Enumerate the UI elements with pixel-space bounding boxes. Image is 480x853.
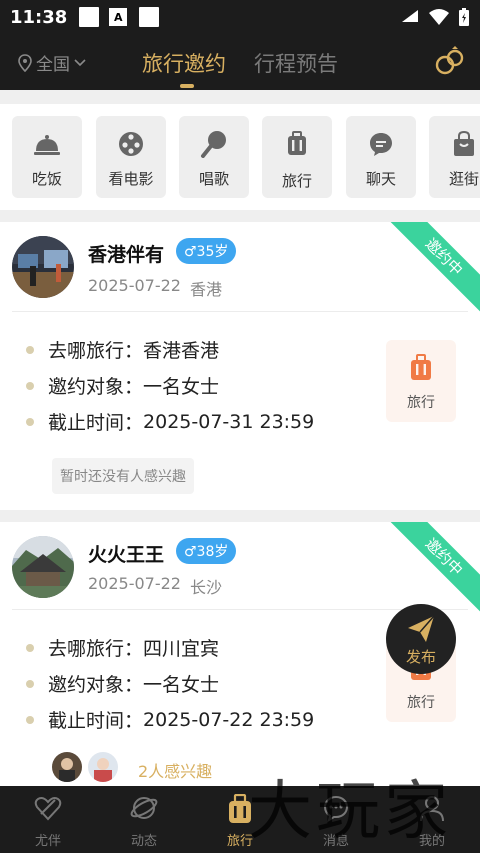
bullet bbox=[26, 643, 34, 652]
detail-destination: 去哪旅行： 四川宜宾 bbox=[26, 634, 219, 661]
tab-trip-preview[interactable]: 行程预告 bbox=[254, 48, 338, 78]
publish-label: 发布 bbox=[405, 648, 436, 666]
divider bbox=[12, 311, 468, 312]
gender-age-badge: ♂38岁 bbox=[176, 538, 237, 564]
luggage-icon bbox=[288, 131, 306, 155]
post-city: 长沙 bbox=[190, 578, 223, 597]
wifi-icon bbox=[429, 9, 449, 25]
detail-deadline: 截止时间： 2025-07-31 23:59 bbox=[26, 408, 314, 435]
avatar[interactable] bbox=[12, 236, 74, 298]
app-notification-icon: A bbox=[109, 8, 128, 26]
nav-label: 尤伴 bbox=[34, 834, 61, 849]
bullet bbox=[26, 679, 34, 688]
detail-target: 邀约对象： 一名女士 bbox=[26, 670, 219, 697]
tab-travel-invite[interactable]: 旅行邀约 bbox=[142, 48, 226, 78]
category-travel[interactable]: 旅行 bbox=[262, 116, 332, 198]
shopping-bag-icon bbox=[454, 130, 474, 156]
chevron-down-icon bbox=[74, 58, 86, 66]
planet-icon bbox=[130, 797, 158, 819]
post-date: 2025-07-22 bbox=[88, 574, 181, 593]
interested-user-avatar[interactable] bbox=[88, 752, 118, 782]
category-label: 旅行 bbox=[281, 172, 312, 190]
detail-value: 四川宜宾 bbox=[143, 638, 220, 660]
detail-value: 一名女士 bbox=[143, 376, 220, 398]
detail-target: 邀约对象： 一名女士 bbox=[26, 372, 219, 399]
heart-icon bbox=[34, 797, 62, 821]
category-strip: 吃饭 看电影 唱歌 旅行 聊天 逛街 bbox=[0, 104, 480, 210]
paper-plane-icon bbox=[408, 615, 435, 642]
post-date: 2025-07-22 bbox=[88, 276, 181, 295]
post-city: 香港 bbox=[190, 280, 223, 299]
detail-label: 去哪旅行： bbox=[48, 638, 144, 660]
bullet bbox=[26, 381, 34, 390]
user-name: 火火王王 bbox=[88, 544, 165, 566]
category-movie[interactable]: 看电影 bbox=[96, 116, 166, 198]
gender-age-badge: ♂35岁 bbox=[176, 238, 237, 264]
interested-user-avatar[interactable] bbox=[52, 752, 82, 782]
notification-icon bbox=[139, 7, 160, 27]
category-sing[interactable]: 唱歌 bbox=[179, 116, 249, 198]
category-label: 唱歌 bbox=[198, 170, 229, 188]
category-chat[interactable]: 聊天 bbox=[346, 116, 416, 198]
category-label: 看电影 bbox=[108, 170, 154, 188]
film-reel-icon bbox=[119, 132, 143, 156]
bullet bbox=[26, 345, 34, 354]
nav-label: 动态 bbox=[130, 834, 157, 849]
detail-label: 邀约对象： bbox=[48, 376, 144, 398]
app-root: 11:38 A 全国 旅行邀约 行程预告 吃饭 看电影 唱歌 旅行 聊天 逛街 … bbox=[0, 0, 480, 853]
category-shopping[interactable]: 逛街 bbox=[429, 116, 480, 198]
bullet bbox=[26, 715, 34, 724]
status-ribbon: 邀约中 bbox=[385, 222, 480, 316]
category-label: 聊天 bbox=[365, 170, 396, 188]
status-bar: 11:38 A bbox=[0, 0, 480, 34]
location-selector[interactable]: 全国 bbox=[18, 50, 86, 75]
status-time: 11:38 bbox=[10, 6, 68, 28]
rings-icon[interactable] bbox=[434, 46, 466, 78]
invite-card[interactable]: 香港伴有 ♂35岁 2025-07-22 香港 邀约中 去哪旅行： 香港香港 邀… bbox=[0, 222, 480, 510]
interest-status: 暂时还没有人感兴趣 bbox=[52, 458, 194, 494]
category-tile-travel: 旅行 bbox=[386, 340, 456, 422]
detail-value: 香港香港 bbox=[143, 340, 220, 362]
detail-destination: 去哪旅行： 香港香港 bbox=[26, 336, 219, 363]
detail-deadline: 截止时间： 2025-07-22 23:59 bbox=[26, 706, 314, 733]
detail-value: 一名女士 bbox=[143, 674, 220, 696]
cloche-icon bbox=[34, 135, 60, 155]
category-label: 吃饭 bbox=[31, 170, 62, 188]
detail-value: 2025-07-22 23:59 bbox=[143, 708, 315, 731]
detail-label: 邀约对象： bbox=[48, 674, 144, 696]
detail-label: 截止时间： bbox=[48, 412, 144, 434]
publish-button[interactable]: 发布 bbox=[386, 604, 456, 674]
notification-icon bbox=[79, 7, 100, 27]
status-ribbon: 邀约中 bbox=[385, 522, 480, 616]
nav-item-companion[interactable]: 尤伴 bbox=[0, 786, 96, 853]
category-eat[interactable]: 吃饭 bbox=[12, 116, 82, 198]
interest-count: 2人感兴趣 bbox=[138, 762, 213, 781]
user-name: 香港伴有 bbox=[88, 244, 165, 266]
chat-bubble-icon bbox=[370, 133, 392, 156]
top-header: 全国 旅行邀约 行程预告 bbox=[0, 34, 480, 90]
luggage-icon bbox=[411, 354, 431, 380]
detail-label: 去哪旅行： bbox=[48, 340, 144, 362]
detail-label: 截止时间： bbox=[48, 710, 144, 732]
location-pin-icon bbox=[18, 53, 32, 72]
watermark: 大玩家 bbox=[248, 775, 452, 849]
bullet bbox=[26, 417, 34, 426]
category-tile-label: 旅行 bbox=[407, 395, 435, 411]
battery-icon bbox=[459, 8, 469, 26]
location-label: 全国 bbox=[36, 55, 70, 75]
microphone-icon bbox=[201, 131, 226, 158]
category-label: 逛街 bbox=[448, 170, 479, 188]
signal-icon bbox=[402, 10, 418, 22]
avatar[interactable] bbox=[12, 536, 74, 598]
detail-value: 2025-07-31 23:59 bbox=[143, 410, 315, 433]
category-tile-label: 旅行 bbox=[407, 695, 435, 711]
active-tab-indicator bbox=[180, 84, 194, 88]
nav-item-feed[interactable]: 动态 bbox=[96, 786, 192, 853]
